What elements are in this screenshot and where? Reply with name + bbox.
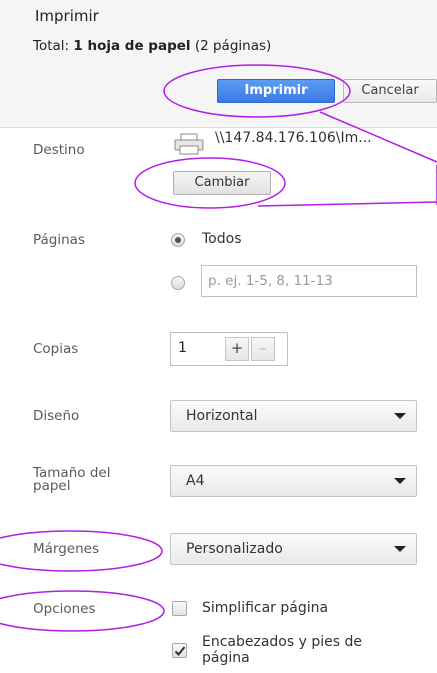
pages-all-label: Todos: [202, 231, 242, 247]
pages-range-radio[interactable]: [171, 276, 185, 290]
checkmark-icon: [174, 646, 186, 656]
printer-icon: [174, 133, 204, 155]
margins-label: Márgenes: [33, 541, 100, 557]
headers-footers-label: Encabezados y pies de página: [202, 634, 362, 666]
copies-stepper[interactable]: 1 + –: [170, 332, 288, 366]
headers-footers-label-line2: página: [202, 650, 250, 666]
total-pages: (2 páginas): [194, 38, 272, 54]
simplify-page-checkbox[interactable]: [172, 601, 187, 616]
layout-value: Horizontal: [186, 408, 258, 424]
total-label: Total:: [33, 38, 70, 54]
pages-label: Páginas: [33, 232, 85, 248]
print-button[interactable]: Imprimir: [217, 79, 335, 103]
chevron-down-icon: [394, 478, 406, 484]
chevron-down-icon: [394, 546, 406, 552]
headers-footers-label-line1: Encabezados y pies de: [202, 634, 362, 650]
pages-range-input[interactable]: [201, 265, 417, 297]
dialog-header: Imprimir Total: 1 hoja de papel (2 págin…: [0, 0, 437, 128]
simplify-page-label: Simplificar página: [202, 600, 329, 616]
layout-label: Diseño: [33, 408, 80, 424]
dialog-title: Imprimir: [35, 7, 99, 25]
cancel-button[interactable]: Cancelar: [343, 79, 437, 103]
options-label: Opciones: [33, 601, 96, 617]
printer-name: \\147.84.176.106\Im...: [215, 130, 372, 146]
paper-size-select[interactable]: A4: [170, 465, 417, 497]
copies-label: Copias: [33, 341, 79, 357]
total-sheets: 1 hoja de papel: [73, 38, 191, 54]
headers-footers-checkbox[interactable]: [172, 643, 187, 658]
copies-value[interactable]: 1: [178, 340, 187, 356]
paper-size-value: A4: [186, 473, 205, 489]
pages-all-radio[interactable]: [171, 233, 185, 247]
change-destination-button[interactable]: Cambiar: [173, 171, 271, 195]
total-summary: Total: 1 hoja de papel (2 páginas): [33, 38, 271, 54]
margins-value: Personalizado: [186, 541, 283, 557]
annotation-line-change: [257, 201, 437, 207]
paper-size-label-line2: papel: [33, 478, 71, 494]
layout-select[interactable]: Horizontal: [170, 400, 417, 432]
chevron-down-icon: [394, 413, 406, 419]
destination-label: Destino: [33, 142, 85, 158]
paper-size-label: Tamaño del papel: [33, 466, 110, 494]
margins-select[interactable]: Personalizado: [170, 533, 417, 565]
copies-increment-button[interactable]: +: [225, 337, 249, 361]
copies-decrement-button[interactable]: –: [251, 337, 275, 361]
